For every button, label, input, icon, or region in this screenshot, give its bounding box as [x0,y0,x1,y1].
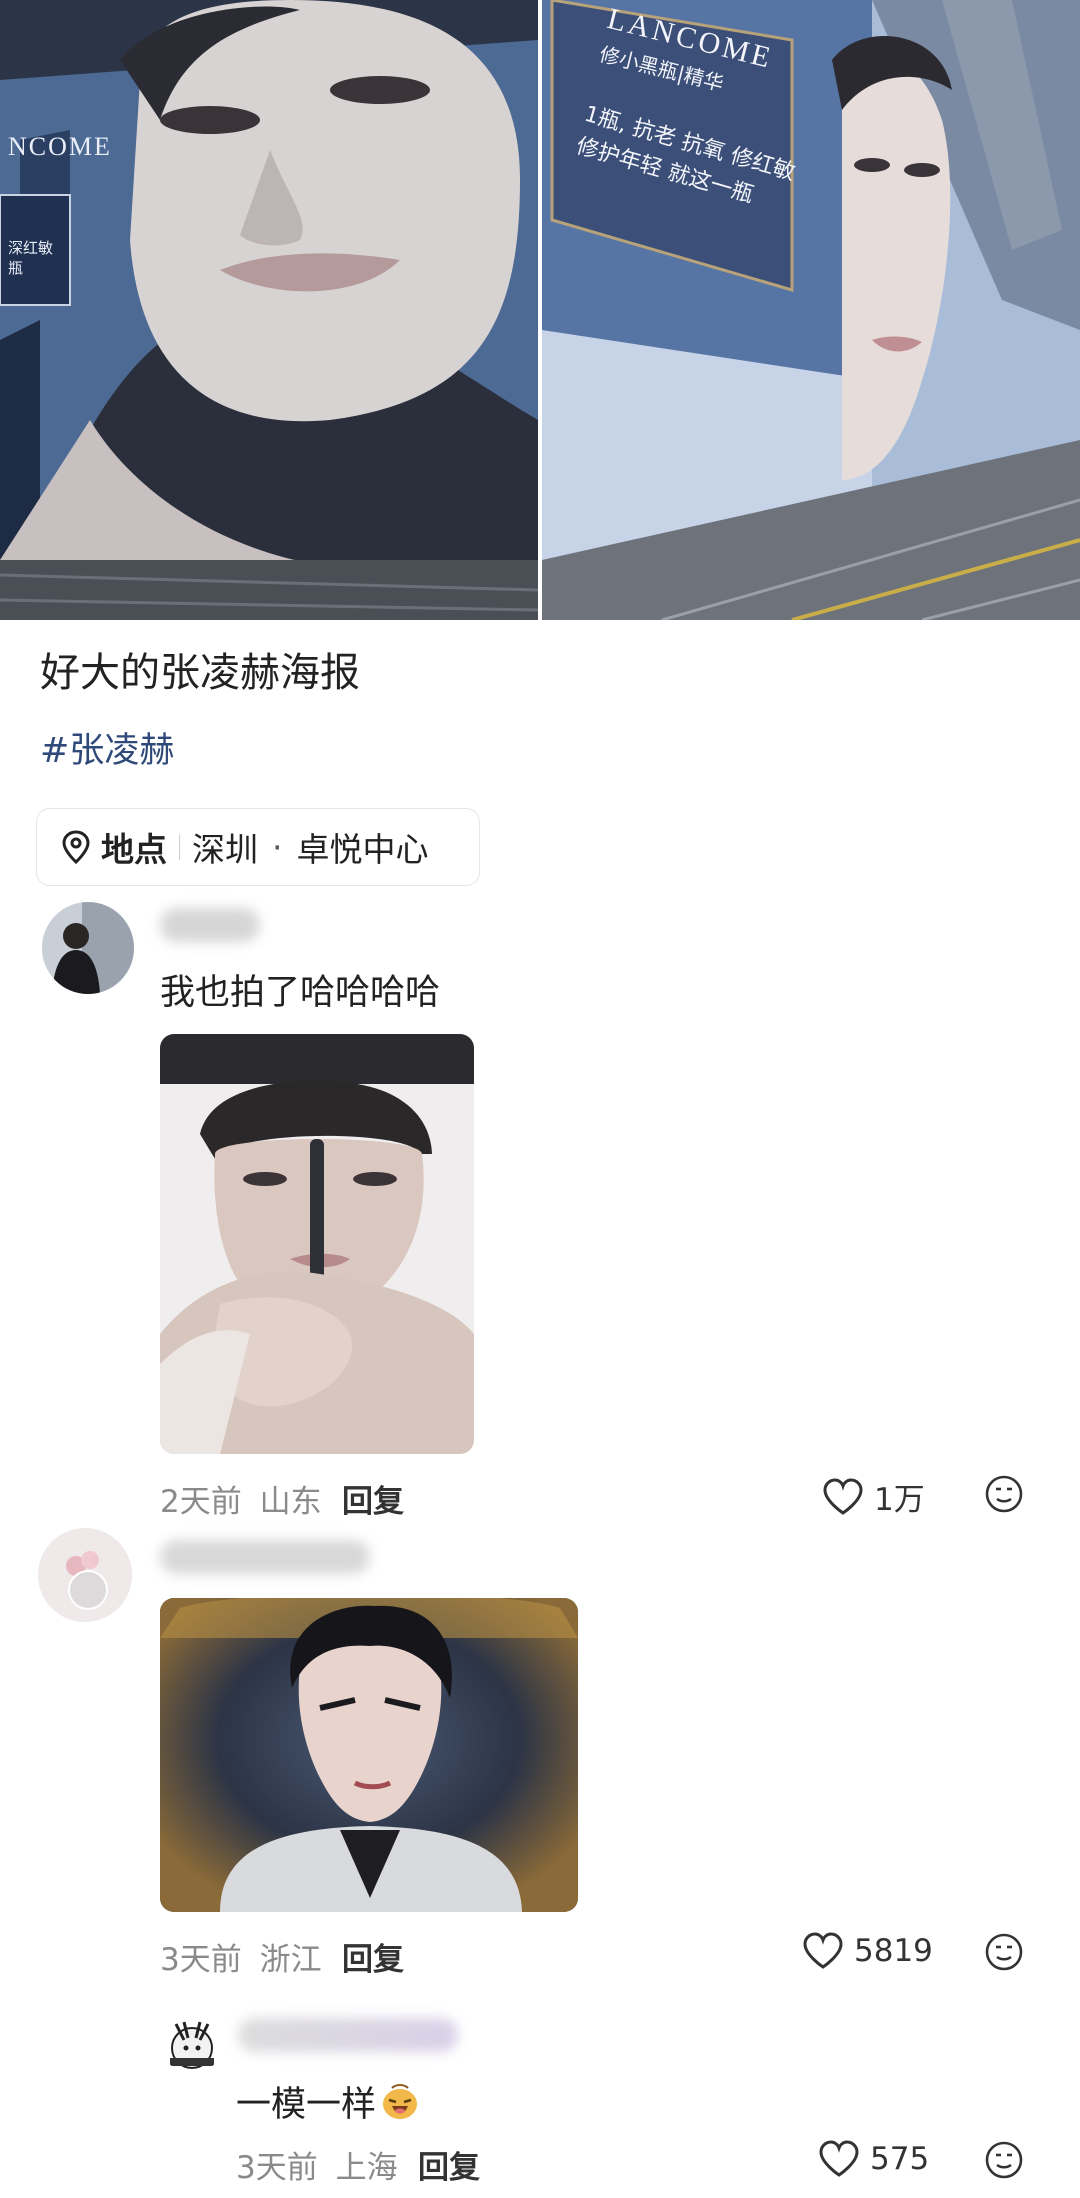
location-label: 地点 [101,830,167,869]
location-city: 深圳 [192,830,258,869]
comment-2-image[interactable] [160,1598,578,1912]
billboard-brand-text: NCOME [8,132,112,161]
comment-1-text: 我也拍了哈哈哈哈 [160,973,441,1013]
reply-1-like-count: 575 [870,2141,930,2177]
reply-1-emoji-icon[interactable] [984,2140,1024,2184]
comment-1-like-button[interactable]: 1万 [822,1474,925,1519]
comment-1-region: 山东 [259,1484,322,1520]
comment-2-region: 浙江 [259,1942,322,1978]
reply-1-time: 3天前 [236,2150,318,2186]
comment-2-emoji-icon[interactable] [984,1932,1024,1976]
location-separator [179,834,180,860]
anime-character-graphic [160,1598,578,1912]
reply-1-username[interactable] [238,2018,458,2052]
comment-1-meta: 2天前 山东 [160,1476,322,1521]
reply-1-reply-button[interactable]: 回复 [418,2142,480,2187]
reply-1-meta: 3天前 上海 [236,2142,398,2187]
location-chip[interactable]: 地点 深圳 · 卓悦中心 [36,808,480,886]
post-hashtag[interactable]: #张凌赫 [40,722,174,773]
comment-1-time: 2天前 [160,1484,242,1520]
reply-1-like-button[interactable]: 575 [818,2140,929,2178]
comment-2-username[interactable] [160,1540,370,1574]
post-photo-right[interactable]: LANCOME 修小黑瓶|精华 1瓶, 抗老 抗氧 修红敏 修护年轻 就这一瓶 [542,0,1080,620]
comment-2-reply-button[interactable]: 回复 [342,1934,404,1979]
location-pin-icon [61,830,91,864]
comment-1-reply-button[interactable]: 回复 [342,1476,404,1521]
comment-2-time: 3天前 [160,1942,242,1978]
location-dot: · [272,827,283,867]
comment-1-like-count: 1万 [874,1482,925,1518]
heart-icon [802,1932,854,1970]
reply-1-text: 一模一样 [236,2085,377,2125]
comment-1-image[interactable] [160,1034,474,1454]
location-place: 卓悦中心 [296,830,429,869]
comment-2-avatar[interactable] [38,1528,132,1622]
billboard-face-graphic [0,0,538,620]
reply-1-region: 上海 [335,2150,398,2186]
reply-1-text-row: 一模一样 [236,2076,420,2127]
comment-1-emoji-icon[interactable] [984,1474,1024,1518]
comment-1-username[interactable] [160,908,260,942]
comment-2-like-button[interactable]: 5819 [802,1932,933,1970]
comment-2-like-count: 5819 [854,1933,933,1969]
post-photo-left[interactable]: NCOME 深红敏 瓶 [0,0,538,620]
comment-1-avatar[interactable] [42,902,134,994]
laughing-emoji-icon [380,2082,420,2122]
phone-ad-graphic [160,1034,474,1454]
billboard-panel-text: 深红敏 瓶 [8,239,54,277]
mall-facade-graphic [542,0,1080,620]
post-title: 好大的张凌赫海报 [40,650,360,696]
reply-1-avatar[interactable] [162,2014,222,2074]
comment-2-meta: 3天前 浙江 [160,1934,322,1979]
heart-icon [818,2140,870,2178]
heart-icon [822,1477,874,1516]
